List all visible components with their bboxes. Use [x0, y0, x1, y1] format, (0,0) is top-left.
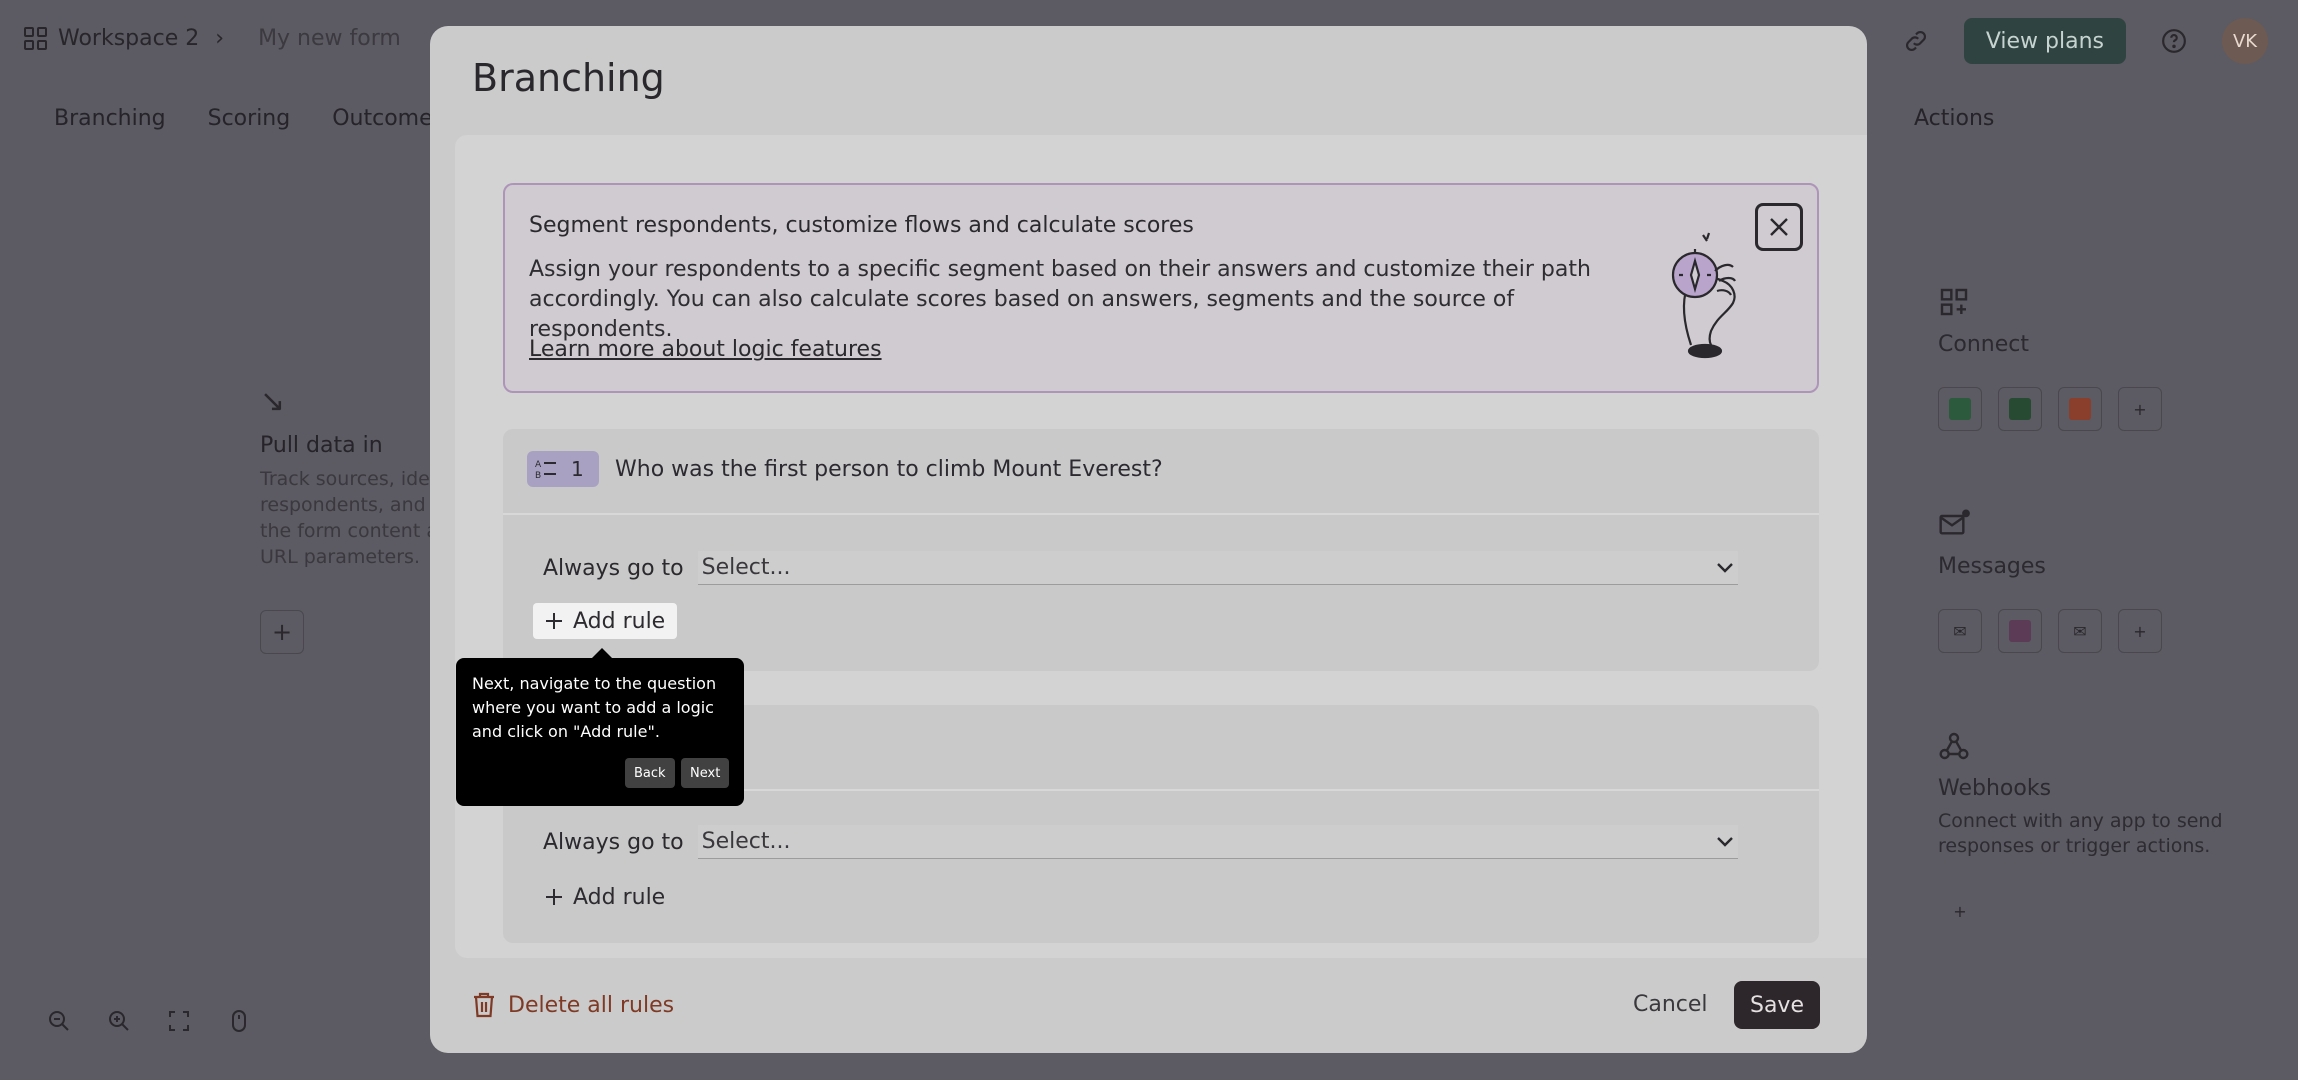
webhook-icon	[1939, 732, 1969, 760]
excel-icon[interactable]	[1998, 387, 2042, 431]
learn-more-link[interactable]: Learn more about logic features	[529, 337, 882, 362]
trash-icon	[474, 992, 494, 1018]
webhooks-desc: Connect with any app to send responses o…	[1938, 810, 2223, 857]
modal-body: Segment respondents, customize flows and…	[455, 135, 1867, 958]
always-go-to-row: Always go to Select...	[543, 825, 1738, 859]
always-go-to-label: Always go to	[543, 555, 684, 581]
plus-icon: +	[2133, 399, 2147, 419]
add-message-button[interactable]: +	[2118, 609, 2162, 653]
question-badge: A B 1	[527, 451, 599, 487]
connect-title: Connect	[1938, 332, 2029, 357]
add-rule-label: Add rule	[573, 884, 666, 910]
apps-grid-icon[interactable]	[24, 26, 48, 51]
always-go-to-label: Always go to	[543, 829, 684, 855]
question-header: A B 1 Who was the first person to climb …	[503, 429, 1819, 515]
breadcrumb-form[interactable]: My new form	[258, 26, 401, 51]
plus-icon: +	[2133, 621, 2147, 641]
plus-icon	[546, 889, 562, 905]
plus-icon: +	[271, 618, 293, 646]
svg-text:B: B	[535, 471, 541, 480]
save-button[interactable]: Save	[1734, 981, 1820, 1029]
question-number: 1	[571, 457, 584, 481]
banner-heading: Segment respondents, customize flows and…	[529, 213, 1194, 238]
help-icon[interactable]	[2154, 21, 2194, 61]
breadcrumb-workspace[interactable]: Workspace 2	[58, 26, 199, 51]
question-card-1: A B 1 Who was the first person to climb …	[503, 429, 1819, 671]
tooltip-text: Next, navigate to the question where you…	[472, 674, 717, 741]
connect-integrations: +	[1938, 387, 2258, 431]
branching-modal: Branching Segment respondents, customize…	[430, 26, 1867, 1053]
mouse-icon[interactable]	[226, 1008, 252, 1034]
banner-body: Assign your respondents to a specific se…	[529, 257, 1591, 342]
zoom-in-icon[interactable]	[106, 1008, 132, 1034]
destination-select[interactable]: Select...	[697, 551, 1738, 585]
slack-icon[interactable]	[1998, 609, 2042, 653]
modal-title: Branching	[472, 56, 665, 100]
messages-integrations: ✉ ✉ +	[1938, 609, 2258, 653]
webhooks-panel: Webhooks Connect with any app to send re…	[1938, 730, 2258, 933]
header-actions: View plans VK	[1896, 18, 2268, 64]
tab-actions[interactable]: Actions	[1914, 106, 1994, 131]
modal-footer: Delete all rules Cancel	[430, 958, 1867, 1053]
svg-text:A: A	[535, 460, 542, 470]
tab-scoring[interactable]: Scoring	[208, 106, 291, 131]
chevron-down-icon	[1716, 562, 1733, 573]
onboarding-tooltip: Next, navigate to the question where you…	[456, 648, 744, 806]
chevron-down-icon	[1716, 836, 1733, 847]
breadcrumb-separator: ›	[215, 26, 225, 51]
link-icon[interactable]	[1896, 21, 1936, 61]
delete-all-rules-button[interactable]: Delete all rules	[472, 992, 674, 1018]
close-icon	[1770, 218, 1788, 236]
view-plans-button[interactable]: View plans	[1963, 18, 2126, 64]
email-icon[interactable]: ✉	[1938, 609, 1982, 653]
canvas-controls	[46, 1008, 252, 1034]
apps-add-icon	[1940, 288, 1968, 316]
delete-all-rules-label: Delete all rules	[508, 992, 675, 1018]
always-go-to-row: Always go to Select...	[543, 551, 1738, 585]
messages-panel: Messages ✉ ✉ +	[1938, 508, 2258, 653]
tooltip-next-button[interactable]: Next	[681, 758, 730, 788]
select-placeholder: Select...	[701, 555, 791, 580]
avatar[interactable]: VK	[2222, 18, 2268, 64]
breadcrumb: Workspace 2 › My new form	[24, 26, 401, 51]
plus-icon	[546, 613, 562, 629]
tab-branching[interactable]: Branching	[54, 106, 166, 131]
compass-hand-illustration	[1671, 232, 1736, 359]
webhooks-actions: +	[1938, 889, 2258, 933]
add-rule-button[interactable]: Add rule	[533, 603, 678, 639]
airtable-icon[interactable]	[2058, 387, 2102, 431]
webhooks-title: Webhooks	[1938, 776, 2052, 801]
add-integration-button[interactable]: +	[2118, 387, 2162, 431]
add-rule-label: Add rule	[573, 608, 666, 634]
logic-info-banner: Segment respondents, customize flows and…	[503, 183, 1819, 393]
connect-panel: Connect +	[1938, 286, 2258, 431]
email-icon-2[interactable]: ✉	[2058, 609, 2102, 653]
fit-screen-icon[interactable]	[166, 1008, 192, 1034]
zoom-out-icon[interactable]	[46, 1008, 72, 1034]
multiple-choice-icon: A B	[535, 460, 556, 480]
mail-notification-icon	[1939, 509, 1970, 535]
google-sheets-icon[interactable]	[1938, 387, 1982, 431]
plus-icon: +	[1953, 901, 1967, 921]
destination-select[interactable]: Select...	[697, 825, 1738, 859]
add-webhook-button[interactable]: +	[1938, 889, 1982, 933]
cancel-button[interactable]: Cancel	[1633, 992, 1708, 1017]
top-tabs: Branching Scoring Outcome qu	[54, 106, 468, 131]
messages-title: Messages	[1938, 554, 2046, 579]
close-banner-button[interactable]	[1755, 203, 1803, 251]
question-text: Who was the first person to climb Mount …	[615, 457, 1163, 482]
select-placeholder: Select...	[701, 829, 791, 854]
pull-data-add-button[interactable]: +	[260, 610, 304, 654]
tooltip-back-button[interactable]: Back	[625, 758, 675, 788]
add-rule-button[interactable]: Add rule	[533, 879, 677, 915]
